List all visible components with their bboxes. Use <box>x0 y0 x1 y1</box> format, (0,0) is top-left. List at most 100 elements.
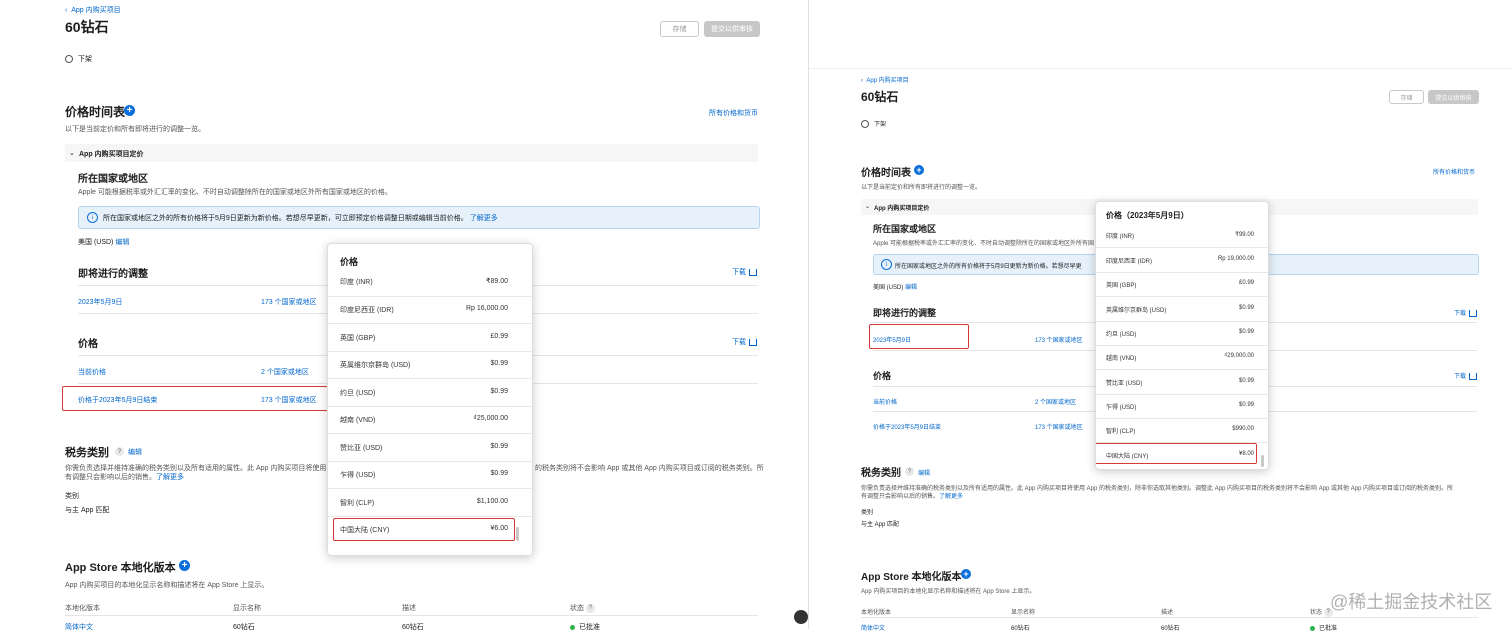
add-price-icon[interactable]: + <box>124 105 135 116</box>
popup-title: 价格（2023年5月9日） <box>1106 211 1189 220</box>
current-price-link[interactable]: 当前价格 <box>873 397 897 406</box>
highlight-box <box>869 324 969 349</box>
loc-row-desc: 60钻石 <box>402 624 424 631</box>
price-row-value: $0.99 <box>1238 378 1254 384</box>
tax-category-value: 与主 App 匹配 <box>861 522 900 528</box>
localization-desc: App 内购买项目的本地化显示名称和描述将在 App Store 上显示。 <box>65 582 269 589</box>
base-region: 美国 (USD) 编辑 <box>873 282 917 291</box>
radio-icon[interactable] <box>65 55 73 64</box>
localization-heading: App Store 本地化版本 <box>861 572 962 583</box>
download-icon[interactable] <box>1469 372 1478 380</box>
price-popup[interactable]: 价格（2023年5月9日） 印度 (INR) ₹99.00 印度尼西亚 (IDR)… <box>1095 201 1269 470</box>
right-top-blank <box>809 0 1512 69</box>
price-row: 英属维尔京群岛 (USD) $0.99 <box>328 358 532 379</box>
highlight-box <box>1096 443 1257 464</box>
upcoming-regions-link[interactable]: 173 个国家或地区 <box>1035 335 1083 344</box>
tax-learn-more-link[interactable]: 了解更多 <box>939 494 963 500</box>
tax-category-label: 类别 <box>65 493 79 500</box>
price-row: 约旦 (USD) $0.99 <box>1096 326 1268 346</box>
tax-edit-link[interactable]: 编辑 <box>918 468 930 477</box>
price-row-value: $0.99 <box>1238 305 1254 311</box>
help-icon[interactable]: ? <box>905 467 914 476</box>
breadcrumb-label[interactable]: App 内购买项目 <box>71 7 120 14</box>
download-label[interactable]: 下载 <box>1454 374 1466 380</box>
status-radio-label: 下架 <box>874 122 887 128</box>
save-button[interactable]: 存储 <box>1389 90 1424 104</box>
base-region-label: 美国 (USD) <box>873 285 904 291</box>
page-title: 60钻石 <box>861 90 899 104</box>
status-radio[interactable]: 下架 <box>861 119 887 129</box>
price-row-country: 英属维尔京群岛 (USD) <box>1106 308 1167 314</box>
tax-desc-line2-text: 有调整只会影响以后的销售。 <box>65 474 156 481</box>
price-row: 印度 (INR) ₹89.00 <box>328 277 532 297</box>
price-row-country: 印度 (INR) <box>1106 234 1134 240</box>
region-desc: Apple 可能根据税率或外汇汇率的变化、不时自动调整除所在的国家或地区外所有国… <box>78 189 392 196</box>
ended-regions-link[interactable]: 173 个国家或地区 <box>1035 422 1083 431</box>
price-row: 印度尼西亚 (IDR) Rp 16,000.00 <box>328 303 532 324</box>
loc-row-version[interactable]: 简体中文 <box>861 623 885 632</box>
submit-for-review-button[interactable]: 提交以供审核 <box>704 21 760 37</box>
popup-scrollbar[interactable] <box>1261 455 1264 467</box>
divider <box>65 615 758 616</box>
breadcrumb-label[interactable]: App 内购买项目 <box>866 78 908 84</box>
download-prices-button[interactable]: 下载 <box>732 337 757 347</box>
price-row: 智利 (CLP) $1,100.00 <box>328 496 532 517</box>
info-icon: i <box>87 212 98 223</box>
radio-icon[interactable] <box>861 120 869 129</box>
download-icon[interactable] <box>1469 309 1478 317</box>
tax-heading: 税务类别 <box>861 468 901 479</box>
upcoming-date-link[interactable]: 2023年5月9日 <box>78 297 122 307</box>
all-prices-link[interactable]: 所有价格和货币 <box>709 108 758 118</box>
edit-base-region-link[interactable]: 编辑 <box>905 285 917 291</box>
popup-scrollbar[interactable] <box>516 527 519 541</box>
breadcrumb[interactable]: ‹ App 内购买项目 <box>65 5 121 15</box>
download-icon[interactable] <box>749 268 757 276</box>
col-status-label: 状态 <box>1310 610 1323 616</box>
ended-price-link[interactable]: 价格于2023年5月9日结束 <box>873 422 941 431</box>
current-price-link[interactable]: 当前价格 <box>78 367 106 377</box>
price-popup[interactable]: 价格 印度 (INR) ₹89.00 印度尼西亚 (IDR) Rp 16,000.0… <box>327 243 533 556</box>
current-regions-link[interactable]: 2 个国家或地区 <box>261 367 309 377</box>
tax-desc-line2: 有调整只会影响以后的销售。了解更多 <box>861 491 963 500</box>
breadcrumb[interactable]: ‹ App 内购买项目 <box>861 75 909 84</box>
col-version: 本地化版本 <box>861 610 892 616</box>
loc-row-version[interactable]: 简体中文 <box>65 622 93 632</box>
add-localization-icon[interactable]: + <box>961 569 971 579</box>
download-label[interactable]: 下载 <box>732 339 746 346</box>
all-prices-link[interactable]: 所有价格和货币 <box>1433 167 1475 176</box>
upcoming-regions-link[interactable]: 173 个国家或地区 <box>261 297 317 307</box>
download-icon[interactable] <box>749 338 757 346</box>
download-label[interactable]: 下载 <box>732 269 746 276</box>
region-heading: 所在国家或地区 <box>78 174 148 185</box>
tax-edit-link[interactable]: 编辑 <box>128 447 142 457</box>
info-text: 所在国家或地区之外的所有价格将于5月9日更新为新价格。若想尽早更 <box>895 264 1082 270</box>
help-icon[interactable]: ? <box>115 447 124 456</box>
col-name: 显示名称 <box>1011 610 1036 616</box>
save-button[interactable]: 存储 <box>660 21 699 37</box>
submit-for-review-button[interactable]: 提交以供审核 <box>1428 90 1479 104</box>
add-price-icon[interactable]: + <box>914 165 924 175</box>
download-prices-button[interactable]: 下载 <box>1454 371 1478 380</box>
iap-pricing-section-label: App 内购买项目定价 <box>874 206 930 212</box>
price-row: 赞比亚 (USD) $0.99 <box>1096 375 1268 395</box>
info-learn-more-link[interactable]: 了解更多 <box>470 215 498 222</box>
floating-icon[interactable] <box>794 610 808 624</box>
price-row-country: 约旦 (USD) <box>340 390 376 397</box>
info-text-body: 所在国家或地区之外的所有价格将于5月9日更新为新价格。若想尽早更新，可立即预定价… <box>103 215 468 222</box>
price-schedule-subtitle: 以下是当前定价和所有即将进行的调整一览。 <box>861 185 982 191</box>
page-title: 60钻石 <box>65 19 109 35</box>
col-name: 显示名称 <box>233 605 261 612</box>
help-icon[interactable]: ? <box>585 603 595 613</box>
iap-pricing-section-header[interactable]: ⌄ App 内购买项目定价 <box>65 144 758 162</box>
current-regions-link[interactable]: 2 个国家或地区 <box>1035 397 1076 406</box>
status-radio[interactable]: 下架 <box>65 54 92 64</box>
add-localization-icon[interactable]: + <box>179 560 190 571</box>
download-label[interactable]: 下载 <box>1454 311 1466 317</box>
watermark: @稀土掘金技术社区 <box>1330 592 1493 612</box>
tax-learn-more-link[interactable]: 了解更多 <box>156 474 184 481</box>
edit-base-region-link[interactable]: 编辑 <box>115 239 129 246</box>
price-row-value: £0.99 <box>490 333 508 340</box>
download-upcoming-button[interactable]: 下载 <box>1454 308 1478 317</box>
download-upcoming-button[interactable]: 下载 <box>732 267 757 277</box>
price-row-value: ₫29,000.00 <box>1224 353 1254 359</box>
